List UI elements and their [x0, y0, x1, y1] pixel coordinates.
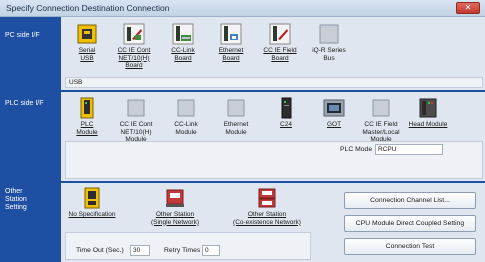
plc-side-panel: PLC Module CC IE Cont NET/10(H) Module C… [61, 92, 485, 181]
other-item-single-network[interactable]: Other Station (Single Network) [140, 187, 210, 226]
pc-item-label: iQ-R Series Bus [312, 47, 346, 62]
pc-item-iq-r-bus[interactable]: iQ-R Series Bus [300, 23, 358, 62]
cc-ie-cont-board-icon [123, 23, 145, 45]
plc-mode-text: RCPU [378, 146, 397, 153]
cc-ie-cont-module-icon [127, 99, 145, 117]
plc-module-icon [80, 97, 94, 119]
iq-r-bus-icon [319, 24, 339, 44]
plc-side-label: PLC side I/F [5, 100, 44, 107]
other-item-label: Other Station (Single Network) [150, 211, 200, 226]
other-item-label: Other Station (Co-existence Network) [233, 211, 301, 226]
timeout-field: Time Out (Sec.) 30 Retry Times 0 [65, 232, 311, 260]
pc-side-panel: Serial USB CC IE Cont NET/10(H) Board CC… [61, 17, 485, 90]
plc-detail-field: PLC Mode RCPU [65, 141, 483, 179]
no-specification-icon [84, 187, 100, 209]
c24-icon [281, 97, 292, 119]
timeout-input[interactable]: 30 [130, 245, 150, 256]
connection-channel-list-button[interactable]: Connection Channel List... [344, 192, 476, 209]
timeout-value: 30 [133, 247, 141, 254]
single-network-icon [166, 189, 184, 207]
other-station-label: Other Station Setting [5, 188, 27, 211]
cpu-direct-coupled-button[interactable]: CPU Module Direct Coupled Setting [344, 215, 476, 232]
timeout-label: Time Out (Sec.) [76, 247, 124, 254]
connection-test-button[interactable]: Connection Test [344, 238, 476, 255]
close-button[interactable]: ✕ [456, 2, 480, 14]
got-icon [323, 99, 345, 117]
coexistence-network-icon [258, 188, 276, 208]
plc-item-label: Head Module [408, 121, 448, 128]
side-label-column: PC side I/F PLC side I/F Other Station S… [0, 17, 61, 262]
cc-link-module-icon [177, 99, 195, 117]
plc-item-head-module[interactable]: Head Module [399, 97, 457, 129]
cc-ie-field-board-icon [269, 23, 291, 45]
window-title: Specify Connection Destination Connectio… [6, 3, 170, 13]
ethernet-module-icon [227, 99, 245, 117]
pc-selected-value: USB [69, 79, 83, 86]
serial-usb-icon [77, 24, 97, 44]
plc-mode-value: RCPU [375, 144, 443, 155]
retry-value: 0 [205, 247, 209, 254]
cc-link-board-icon [172, 23, 194, 45]
cc-ie-field-master-icon [372, 99, 390, 117]
pc-side-label: PC side I/F [5, 32, 40, 39]
other-item-coexistence-network[interactable]: Other Station (Co-existence Network) [222, 187, 312, 226]
plc-mode-label: PLC Mode [340, 146, 373, 153]
retry-label: Retry Times [164, 247, 201, 254]
other-item-no-specification[interactable]: No Specification [57, 187, 127, 219]
other-item-label: No Specification [68, 211, 116, 218]
head-module-icon [419, 98, 437, 118]
close-icon: ✕ [464, 3, 472, 12]
pc-selected-field: USB [65, 77, 483, 88]
ethernet-board-icon [220, 23, 242, 45]
title-bar: Specify Connection Destination Connectio… [0, 0, 485, 17]
retry-input[interactable]: 0 [202, 245, 220, 256]
